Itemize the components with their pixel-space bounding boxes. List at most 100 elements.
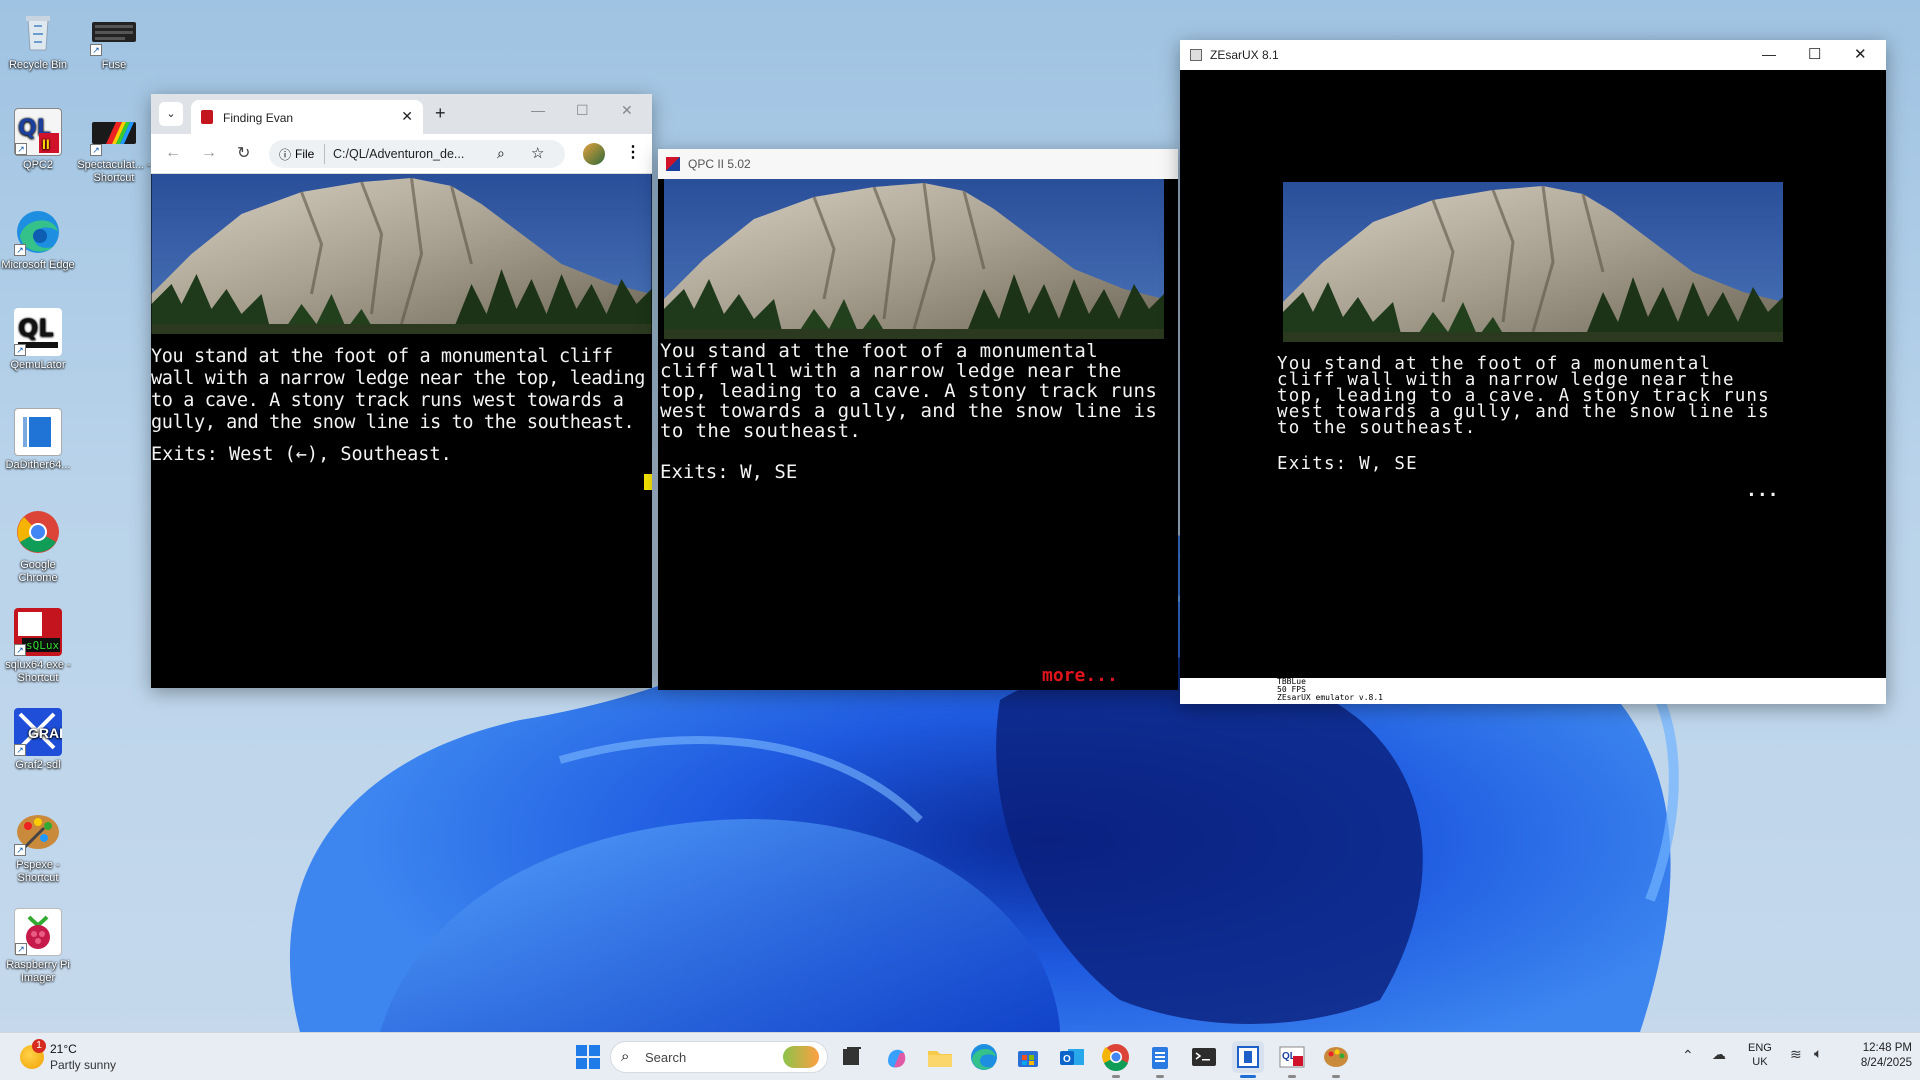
svg-text:QL: QL (18, 314, 54, 342)
exits-text: Exits: West (←), Southeast. (151, 444, 452, 465)
qpc-app-icon (666, 157, 680, 171)
terminal-button[interactable] (1188, 1041, 1220, 1073)
close-window-icon[interactable]: ✕ (621, 102, 633, 119)
desktop-icon-edge[interactable]: ↗ Microsoft Edge (0, 208, 76, 272)
language-indicator[interactable]: ENG UK (1748, 1041, 1772, 1069)
recycle-bin-icon (14, 8, 62, 56)
taskbar-search[interactable]: ⌕ Search (610, 1041, 828, 1073)
chrome-toolbar: ← → ↻ ⓘ File C:/QL/Adventuron_de... ⌕ ☆ … (151, 134, 652, 174)
show-hidden-icons-chevron-icon[interactable]: ⌃ (1682, 1047, 1694, 1064)
info-icon[interactable]: ⓘ (279, 146, 291, 163)
copilot-button[interactable] (880, 1041, 912, 1073)
svg-text:sQLux: sQLux (26, 639, 59, 652)
start-button[interactable] (572, 1041, 604, 1073)
zoom-icon[interactable]: ⌕ (497, 145, 505, 162)
shortcut-arrow-icon: ↗ (90, 144, 102, 156)
zesarux-window[interactable]: ZEsarUX 8.1 — ☐ ✕ You stand at the foot … (1180, 40, 1886, 704)
zesarux-status-footer: TBBLue 50 FPS ZEsarUX emulator v.8.1 (1180, 678, 1886, 704)
store-button[interactable] (1012, 1041, 1044, 1073)
tab-title: Finding Evan (223, 111, 294, 125)
tab-finding-evan[interactable]: Finding Evan ✕ (191, 100, 423, 134)
shortcut-arrow-icon: ↗ (90, 44, 102, 56)
back-icon[interactable]: ← (165, 144, 181, 162)
minimize-icon[interactable]: — (1762, 46, 1776, 62)
zesarux-screen: You stand at the foot of a monumental cl… (1180, 70, 1886, 678)
url-text[interactable]: C:/QL/Adventuron_de... (333, 147, 464, 161)
desktop-icon-label: Google Chrome (18, 559, 58, 584)
desktop-icon-label: Spectaculat... - Shortcut (77, 159, 151, 184)
desktop-icon-pspexe[interactable]: ↗ Pspexe - Shortcut (0, 808, 76, 885)
zesarux-taskbar-button[interactable] (1232, 1041, 1264, 1078)
profile-avatar[interactable] (583, 143, 605, 165)
close-tab-icon[interactable]: ✕ (401, 108, 413, 125)
desktop-icon-label: Recycle Bin (8, 59, 68, 71)
zesarux-titlebar: ZEsarUX 8.1 — ☐ ✕ (1180, 40, 1886, 70)
footer-text: TBBLue 50 FPS ZEsarUX emulator v.8.1 (1277, 678, 1383, 702)
qemulator-icon: QL ↗ (14, 308, 62, 356)
forward-icon[interactable]: → (201, 144, 217, 162)
more-prompt[interactable]: more... (1042, 665, 1118, 686)
new-tab-icon[interactable]: + (435, 103, 446, 124)
language-code: ENG (1748, 1042, 1772, 1054)
volume-icon[interactable]: 🔈︎ (1814, 1045, 1822, 1062)
qpc-window[interactable]: QPC II 5.02 You stand at the foot of a m… (658, 149, 1178, 690)
bookmark-star-icon[interactable]: ☆ (531, 144, 544, 162)
keyboard-icon: ↗ (90, 8, 138, 56)
clock[interactable]: 12:48 PM 8/24/2025 (1846, 1041, 1912, 1071)
wifi-icon[interactable]: ≋ (1790, 1046, 1802, 1063)
qpc-screen: You stand at the foot of a monumental cl… (658, 179, 1178, 690)
desktop-icon-qemulator[interactable]: QL ↗ QemuLator (0, 308, 76, 372)
desktop-icon-spectaculator[interactable]: ↗ Spectaculat... - Shortcut (76, 108, 152, 185)
desktop-icon-rpi-imager[interactable]: ↗ Raspberry Pi Imager (0, 908, 76, 985)
chrome-tabstrip: ⌄ Finding Evan ✕ + — ☐ ✕ (151, 94, 652, 134)
shortcut-arrow-icon: ↗ (15, 143, 27, 155)
mountain-scene-image (151, 174, 652, 334)
tab-search-chevron-icon[interactable]: ⌄ (159, 102, 183, 126)
zx-spectrum-icon: ↗ (90, 108, 138, 156)
qpc2-icon: QL (1279, 1046, 1305, 1068)
windows-logo-icon (576, 1045, 600, 1069)
reload-icon[interactable]: ↻ (237, 143, 250, 163)
qpc2-icon: QL II ↗ (14, 108, 62, 156)
desktop-icon-dadither[interactable]: DaDither64... (0, 408, 76, 472)
qpc-title: QPC II 5.02 (688, 157, 751, 171)
file-explorer-button[interactable] (924, 1041, 956, 1073)
maximize-icon[interactable]: ☐ (1808, 45, 1821, 63)
desktop-icon-label: Raspberry Pi Imager (6, 959, 70, 984)
desktop-icon-chrome[interactable]: Google Chrome (0, 508, 76, 585)
desktop-icon-fuse[interactable]: ↗ Fuse (76, 8, 152, 72)
address-bar[interactable]: ⓘ File C:/QL/Adventuron_de... ⌕ ☆ (269, 140, 565, 168)
adventuron-favicon-icon (201, 110, 213, 124)
desktop-icon-sqlux[interactable]: sQLux ↗ sqlux64.exe - Shortcut (0, 608, 76, 685)
search-icon: ⌕ (621, 1048, 630, 1065)
menu-kebab-icon[interactable]: ⋮ (625, 142, 641, 162)
search-placeholder: Search (645, 1050, 687, 1065)
minimize-icon[interactable]: — (531, 102, 545, 118)
pspexe-taskbar-button[interactable] (1320, 1041, 1352, 1078)
desktop-icon-qpc2[interactable]: QL II ↗ QPC2 (0, 108, 76, 172)
svg-text:O: O (1063, 1054, 1071, 1065)
desktop-icon-recycle-bin[interactable]: Recycle Bin (0, 8, 76, 72)
onedrive-offline-icon[interactable]: ☁ (1712, 1046, 1726, 1063)
weather-badge: 1 (32, 1039, 46, 1053)
continue-ellipsis[interactable]: ... (1746, 480, 1779, 501)
desktop-icon-graf2[interactable]: GRAF↗ Graf2-sdl (0, 708, 76, 772)
close-window-icon[interactable]: ✕ (1854, 45, 1867, 63)
chrome-taskbar-button[interactable] (1100, 1041, 1132, 1078)
edge-taskbar-button[interactable] (968, 1041, 1000, 1073)
divider (324, 144, 325, 164)
outlook-button[interactable]: O (1056, 1041, 1088, 1073)
chrome-icon (14, 508, 62, 556)
maximize-icon[interactable]: ☐ (576, 102, 589, 119)
mountain-scene-image (1281, 182, 1785, 342)
svg-text:II: II (42, 136, 50, 152)
task-view-button[interactable] (836, 1041, 868, 1073)
chrome-window[interactable]: ⌄ Finding Evan ✕ + — ☐ ✕ ← → ↻ ⓘ File C:… (151, 94, 652, 688)
taskbar: 1 21°C Partly sunny ⌕ Search O QL ⌃ ☁ EN… (0, 1032, 1920, 1080)
notepad-button[interactable] (1144, 1041, 1176, 1078)
weather-condition: Partly sunny (50, 1058, 117, 1072)
outlook-icon: O (1060, 1049, 1084, 1065)
weather-widget[interactable]: 1 21°C Partly sunny (14, 1039, 164, 1075)
temperature: 21°C (50, 1042, 77, 1056)
qpc-taskbar-button[interactable]: QL (1276, 1041, 1308, 1078)
